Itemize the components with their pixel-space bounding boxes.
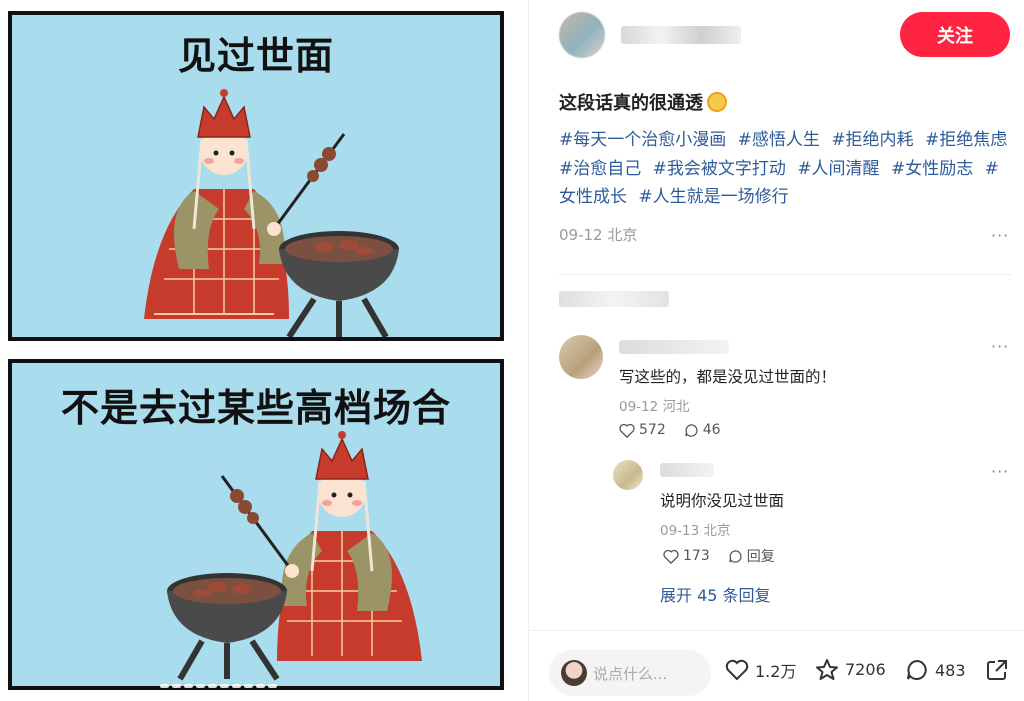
commenter-avatar[interactable] bbox=[613, 460, 643, 490]
comment-input[interactable]: 说点什么... bbox=[549, 650, 711, 696]
page-dot[interactable] bbox=[220, 684, 229, 688]
comment-count-blurred bbox=[559, 291, 669, 307]
hashtag-link[interactable]: #拒绝内耗 bbox=[831, 130, 913, 150]
post-detail-panel: 关注 这段话真的很通透 #每天一个治愈小漫画 #感悟人生 #拒绝内耗 #拒绝焦虑… bbox=[528, 0, 1024, 701]
post-like-count: 1.2万 bbox=[755, 662, 797, 681]
monk-grilling-illustration bbox=[144, 89, 399, 337]
collect-post-button[interactable]: 7206 bbox=[815, 658, 886, 681]
hashtag-link[interactable]: #我会被文字打动 bbox=[653, 159, 786, 179]
post-title: 这段话真的很通透 bbox=[559, 89, 727, 115]
like-button[interactable]: 173 bbox=[663, 548, 710, 564]
page-dot[interactable] bbox=[196, 684, 205, 688]
chat-bubble-icon bbox=[728, 549, 742, 563]
like-count: 173 bbox=[683, 548, 710, 564]
divider bbox=[529, 630, 1024, 631]
post-image-viewer[interactable]: 见过世面 不是去过某些高档场合 bbox=[0, 0, 528, 701]
like-button[interactable]: 572 bbox=[619, 422, 666, 438]
comic-panel-1: 见过世面 bbox=[8, 11, 504, 341]
comment-actions: 173 回复 bbox=[663, 546, 793, 566]
monk-grilling-illustration bbox=[167, 431, 422, 681]
panel-caption: 见过世面 bbox=[177, 34, 334, 78]
hashtag-list: #每天一个治愈小漫画 #感悟人生 #拒绝内耗 #拒绝焦虑 #治愈自己 #我会被文… bbox=[559, 126, 1015, 212]
image-page-indicator[interactable] bbox=[160, 684, 277, 688]
reply-count: 46 bbox=[702, 422, 721, 438]
more-options-icon[interactable]: ··· bbox=[991, 226, 1009, 245]
commenter-name-blurred[interactable] bbox=[619, 340, 729, 354]
comment-post-button[interactable]: 483 bbox=[905, 658, 966, 682]
chat-bubble-icon bbox=[684, 423, 698, 437]
comment-text: 写这些的，都是没见过世面的！ bbox=[619, 368, 837, 386]
comment-date-location: 09-13 北京 bbox=[660, 523, 731, 539]
commenter-name-blurred[interactable] bbox=[660, 463, 714, 477]
commenter-avatar[interactable] bbox=[559, 335, 603, 379]
more-options-icon[interactable]: ··· bbox=[991, 337, 1009, 356]
hashtag-link[interactable]: #拒绝焦虑 bbox=[925, 130, 1007, 150]
hashtag-link[interactable]: #女性励志 bbox=[891, 159, 973, 179]
reply-label: 回复 bbox=[746, 549, 775, 565]
hashtag-link[interactable]: #人间清醒 bbox=[797, 159, 879, 179]
page-dot[interactable] bbox=[172, 684, 181, 688]
star-icon bbox=[816, 659, 838, 680]
author-info[interactable] bbox=[559, 12, 741, 58]
post-date-location: 09-12 北京 bbox=[559, 226, 638, 244]
comment-input-placeholder: 说点什么... bbox=[593, 664, 668, 683]
more-options-icon[interactable]: ··· bbox=[991, 462, 1009, 481]
post-comment-count: 483 bbox=[935, 660, 966, 680]
like-post-button[interactable]: 1.2万 bbox=[725, 658, 796, 682]
like-count: 572 bbox=[639, 422, 666, 438]
share-icon bbox=[987, 660, 1007, 680]
divider bbox=[559, 274, 1012, 275]
chat-bubble-icon bbox=[907, 659, 927, 680]
page-dot[interactable] bbox=[256, 684, 265, 688]
user-avatar bbox=[561, 660, 587, 686]
page-dot[interactable] bbox=[160, 684, 169, 688]
hashtag-link[interactable]: #治愈自己 bbox=[559, 159, 641, 179]
page-dot[interactable] bbox=[268, 684, 277, 688]
post-title-text: 这段话真的很通透 bbox=[559, 93, 703, 114]
author-avatar[interactable] bbox=[559, 12, 605, 58]
hashtag-link[interactable]: #每天一个治愈小漫画 bbox=[559, 130, 726, 150]
reply-button[interactable]: 46 bbox=[684, 422, 721, 438]
comment-date-location: 09-12 河北 bbox=[619, 399, 690, 415]
heart-icon bbox=[619, 423, 635, 438]
hashtag-link[interactable]: #人生就是一场修行 bbox=[638, 187, 788, 207]
comment-text: 说明你没见过世面 bbox=[660, 492, 785, 510]
page-dot[interactable] bbox=[184, 684, 193, 688]
author-name-blurred[interactable] bbox=[621, 26, 741, 44]
follow-button[interactable]: 关注 bbox=[900, 12, 1010, 57]
expand-replies-link[interactable]: 展开 45 条回复 bbox=[660, 582, 771, 606]
heart-icon bbox=[725, 659, 749, 681]
page-dot[interactable] bbox=[232, 684, 241, 688]
share-button[interactable] bbox=[985, 658, 1015, 682]
comment-actions: 572 46 bbox=[619, 422, 739, 438]
smiling-sun-emoji-icon bbox=[707, 92, 727, 112]
page-dot[interactable] bbox=[208, 684, 217, 688]
reply-button[interactable]: 回复 bbox=[728, 546, 775, 566]
hashtag-link[interactable]: #感悟人生 bbox=[738, 130, 820, 150]
page-dot[interactable] bbox=[244, 684, 253, 688]
post-collect-count: 7206 bbox=[845, 660, 886, 679]
comic-panel-2: 不是去过某些高档场合 bbox=[8, 359, 504, 690]
heart-icon bbox=[663, 549, 679, 564]
